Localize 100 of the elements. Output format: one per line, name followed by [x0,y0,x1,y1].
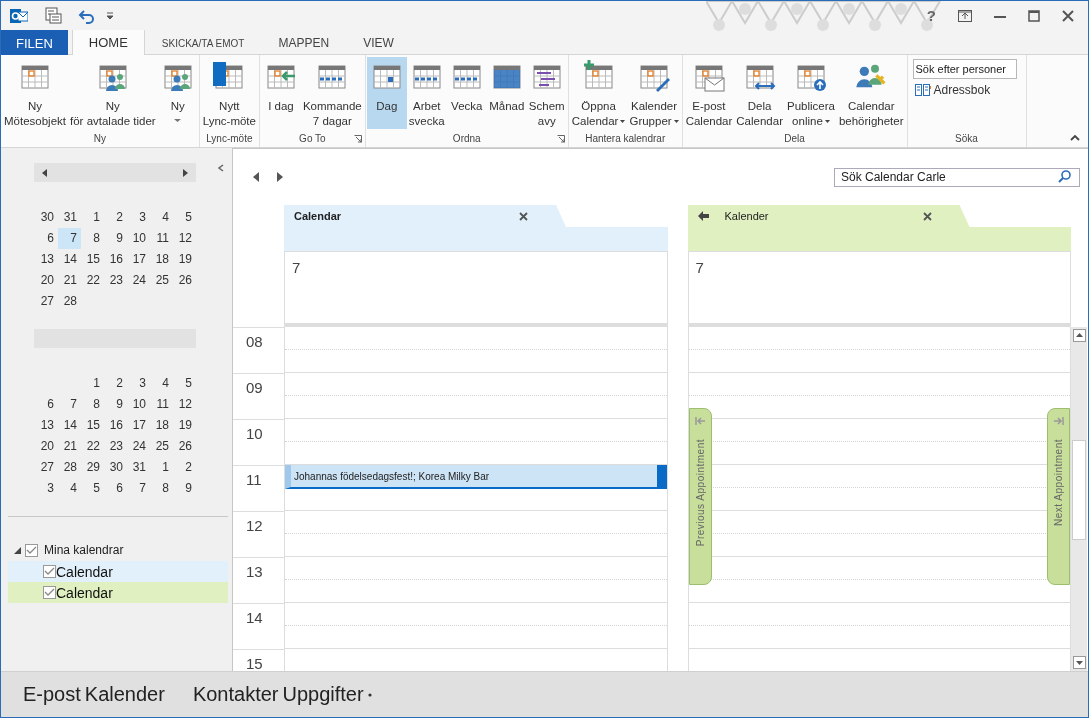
calendar-day[interactable]: 27 [35,457,58,478]
calendar-day[interactable]: 24 [127,436,150,457]
calendar-day[interactable]: 6 [35,228,58,249]
calendar-day[interactable]: 5 [173,373,196,394]
ribbon-tab[interactable]: FILEN [1,30,68,55]
ribbon-button[interactable]: E-post Calendar [683,57,735,129]
calendar-day[interactable]: 4 [150,373,173,394]
calendar-day[interactable]: 14 [58,249,81,270]
calendar-day[interactable]: 9 [104,394,127,415]
appointment-nav-tab[interactable]: Previous Appointment [688,408,712,585]
ribbon-button[interactable]: Dela Calendar [734,57,785,129]
calendar-folder-item[interactable]: Calendar [8,582,228,603]
calendar-day[interactable]: 18 [150,415,173,436]
calendar-day[interactable]: 16 [104,415,127,436]
calendar-day[interactable]: 9 [173,478,196,499]
calendar-day[interactable]: 10 [127,228,150,249]
calendar-day[interactable]: 2 [104,373,127,394]
navigation-link[interactable]: E-post [23,683,85,706]
ribbon-button[interactable]: Kalender Grupper [627,57,681,129]
navigation-link[interactable]: Kalender [84,683,169,706]
calendar-day[interactable]: 25 [150,270,173,291]
calendar-day[interactable]: 20 [35,270,58,291]
calendar-day[interactable]: 12 [173,394,196,415]
calendar-day[interactable]: 21 [58,270,81,291]
calendar-day[interactable]: 18 [150,249,173,270]
calendar-day[interactable]: 20 [35,436,58,457]
calendar-day[interactable]: 7 [58,228,81,249]
calendar-day[interactable]: 21 [58,436,81,457]
calendar-folder-item[interactable]: Calendar [8,561,228,582]
ribbon-button[interactable]: Månad [486,57,527,129]
calendar-day[interactable]: 7 [127,478,150,499]
calendar-day[interactable]: 23 [104,436,127,457]
calendar-day[interactable]: 19 [173,415,196,436]
calendar-day[interactable]: 30 [104,457,127,478]
search-calendar-field[interactable]: Sök Calendar Carle [834,167,1080,187]
appointment-nav-tab[interactable]: Next Appointment [1047,408,1070,585]
calendar-day[interactable]: 5 [81,478,104,499]
calendar-day[interactable]: 3 [127,373,150,394]
calendar-tab[interactable]: Kalender [687,205,970,227]
ribbon-button[interactable]: Schem avy [526,57,567,129]
calendar-tab[interactable]: Calendar [284,205,566,227]
navigation-link[interactable]: Kontakter [192,683,283,706]
calendar-day[interactable]: 14 [58,415,81,436]
calendar-day[interactable]: 29 [81,457,104,478]
calendar-day[interactable]: 8 [81,228,104,249]
ribbon-button[interactable]: Ny Mötesobjekt [2,57,68,129]
calendar-day[interactable]: 11 [150,228,173,249]
address-book-button[interactable]: Adressbok [912,83,1021,97]
calendar-day[interactable]: 4 [150,207,173,228]
calendar-day[interactable]: 26 [173,270,196,291]
calendar-day[interactable]: 11 [150,394,173,415]
calendar-day[interactable]: 17 [127,249,150,270]
ribbon-button[interactable]: Ny [157,57,198,129]
calendar-day[interactable]: 17 [127,415,150,436]
calendar-day[interactable]: 12 [173,228,196,249]
calendar-day[interactable]: 31 [58,207,81,228]
ribbon-button[interactable]: Öppna Calendar [569,57,628,129]
calendar-day[interactable]: 9 [104,228,127,249]
calendar-day[interactable]: 28 [58,291,81,312]
calendar-day[interactable]: 22 [81,436,104,457]
calendar-day[interactable]: 25 [150,436,173,457]
search-people-field[interactable]: Sök efter personer [912,59,1017,79]
calendar-day[interactable]: 7 [58,394,81,415]
ribbon-tab[interactable]: MAPPEN [261,30,347,55]
calendar-day[interactable]: 2 [104,207,127,228]
calendar-day[interactable]: 1 [81,373,104,394]
calendar-day[interactable]: 5 [173,207,196,228]
calendar-day[interactable]: 15 [81,249,104,270]
calendar-day[interactable]: 16 [104,249,127,270]
ribbon-tab[interactable]: VIEW [346,30,411,55]
folder-label[interactable]: Mina kalendrar [44,543,124,557]
calendar-day[interactable]: 1 [81,207,104,228]
navigation-link[interactable]: Uppgifter [282,683,368,706]
calendar-day[interactable]: 6 [104,478,127,499]
calendar-day[interactable]: 26 [173,436,196,457]
calendar-day[interactable]: 1 [150,457,173,478]
ribbon-button[interactable]: Publicera online [784,57,837,129]
calendar-day[interactable]: 4 [58,478,81,499]
calendar-day[interactable]: 24 [127,270,150,291]
ribbon-button[interactable]: Calendar behörigheter [836,57,906,129]
calendar-day[interactable]: 3 [127,207,150,228]
calendar-day[interactable]: 3 [35,478,58,499]
calendar-day[interactable]: 27 [35,291,58,312]
calendar-day[interactable]: 19 [173,249,196,270]
ribbon-button[interactable]: Kommande 7 dagar [300,57,364,129]
calendar-day[interactable]: 28 [58,457,81,478]
calendar-day[interactable]: 23 [104,270,127,291]
ribbon-button[interactable]: Nytt Lync-möte [200,57,258,129]
calendar-day[interactable]: 13 [35,249,58,270]
ribbon-button[interactable]: I dag [260,57,301,129]
calendar-day[interactable]: 15 [81,415,104,436]
calendar-day[interactable]: 10 [127,394,150,415]
ribbon-tab[interactable]: SKICKA/TA EMOT [144,30,262,55]
calendar-day[interactable]: 8 [150,478,173,499]
appointment[interactable]: Johannas födelsedagsfest!; Korea Milky Bar [285,465,667,489]
ribbon-button[interactable]: Ny för avtalade tider [68,57,158,129]
calendar-day[interactable]: 2 [173,457,196,478]
calendar-day[interactable]: 13 [35,415,58,436]
ribbon-button[interactable]: Dag [366,57,407,129]
calendar-day[interactable]: 31 [127,457,150,478]
